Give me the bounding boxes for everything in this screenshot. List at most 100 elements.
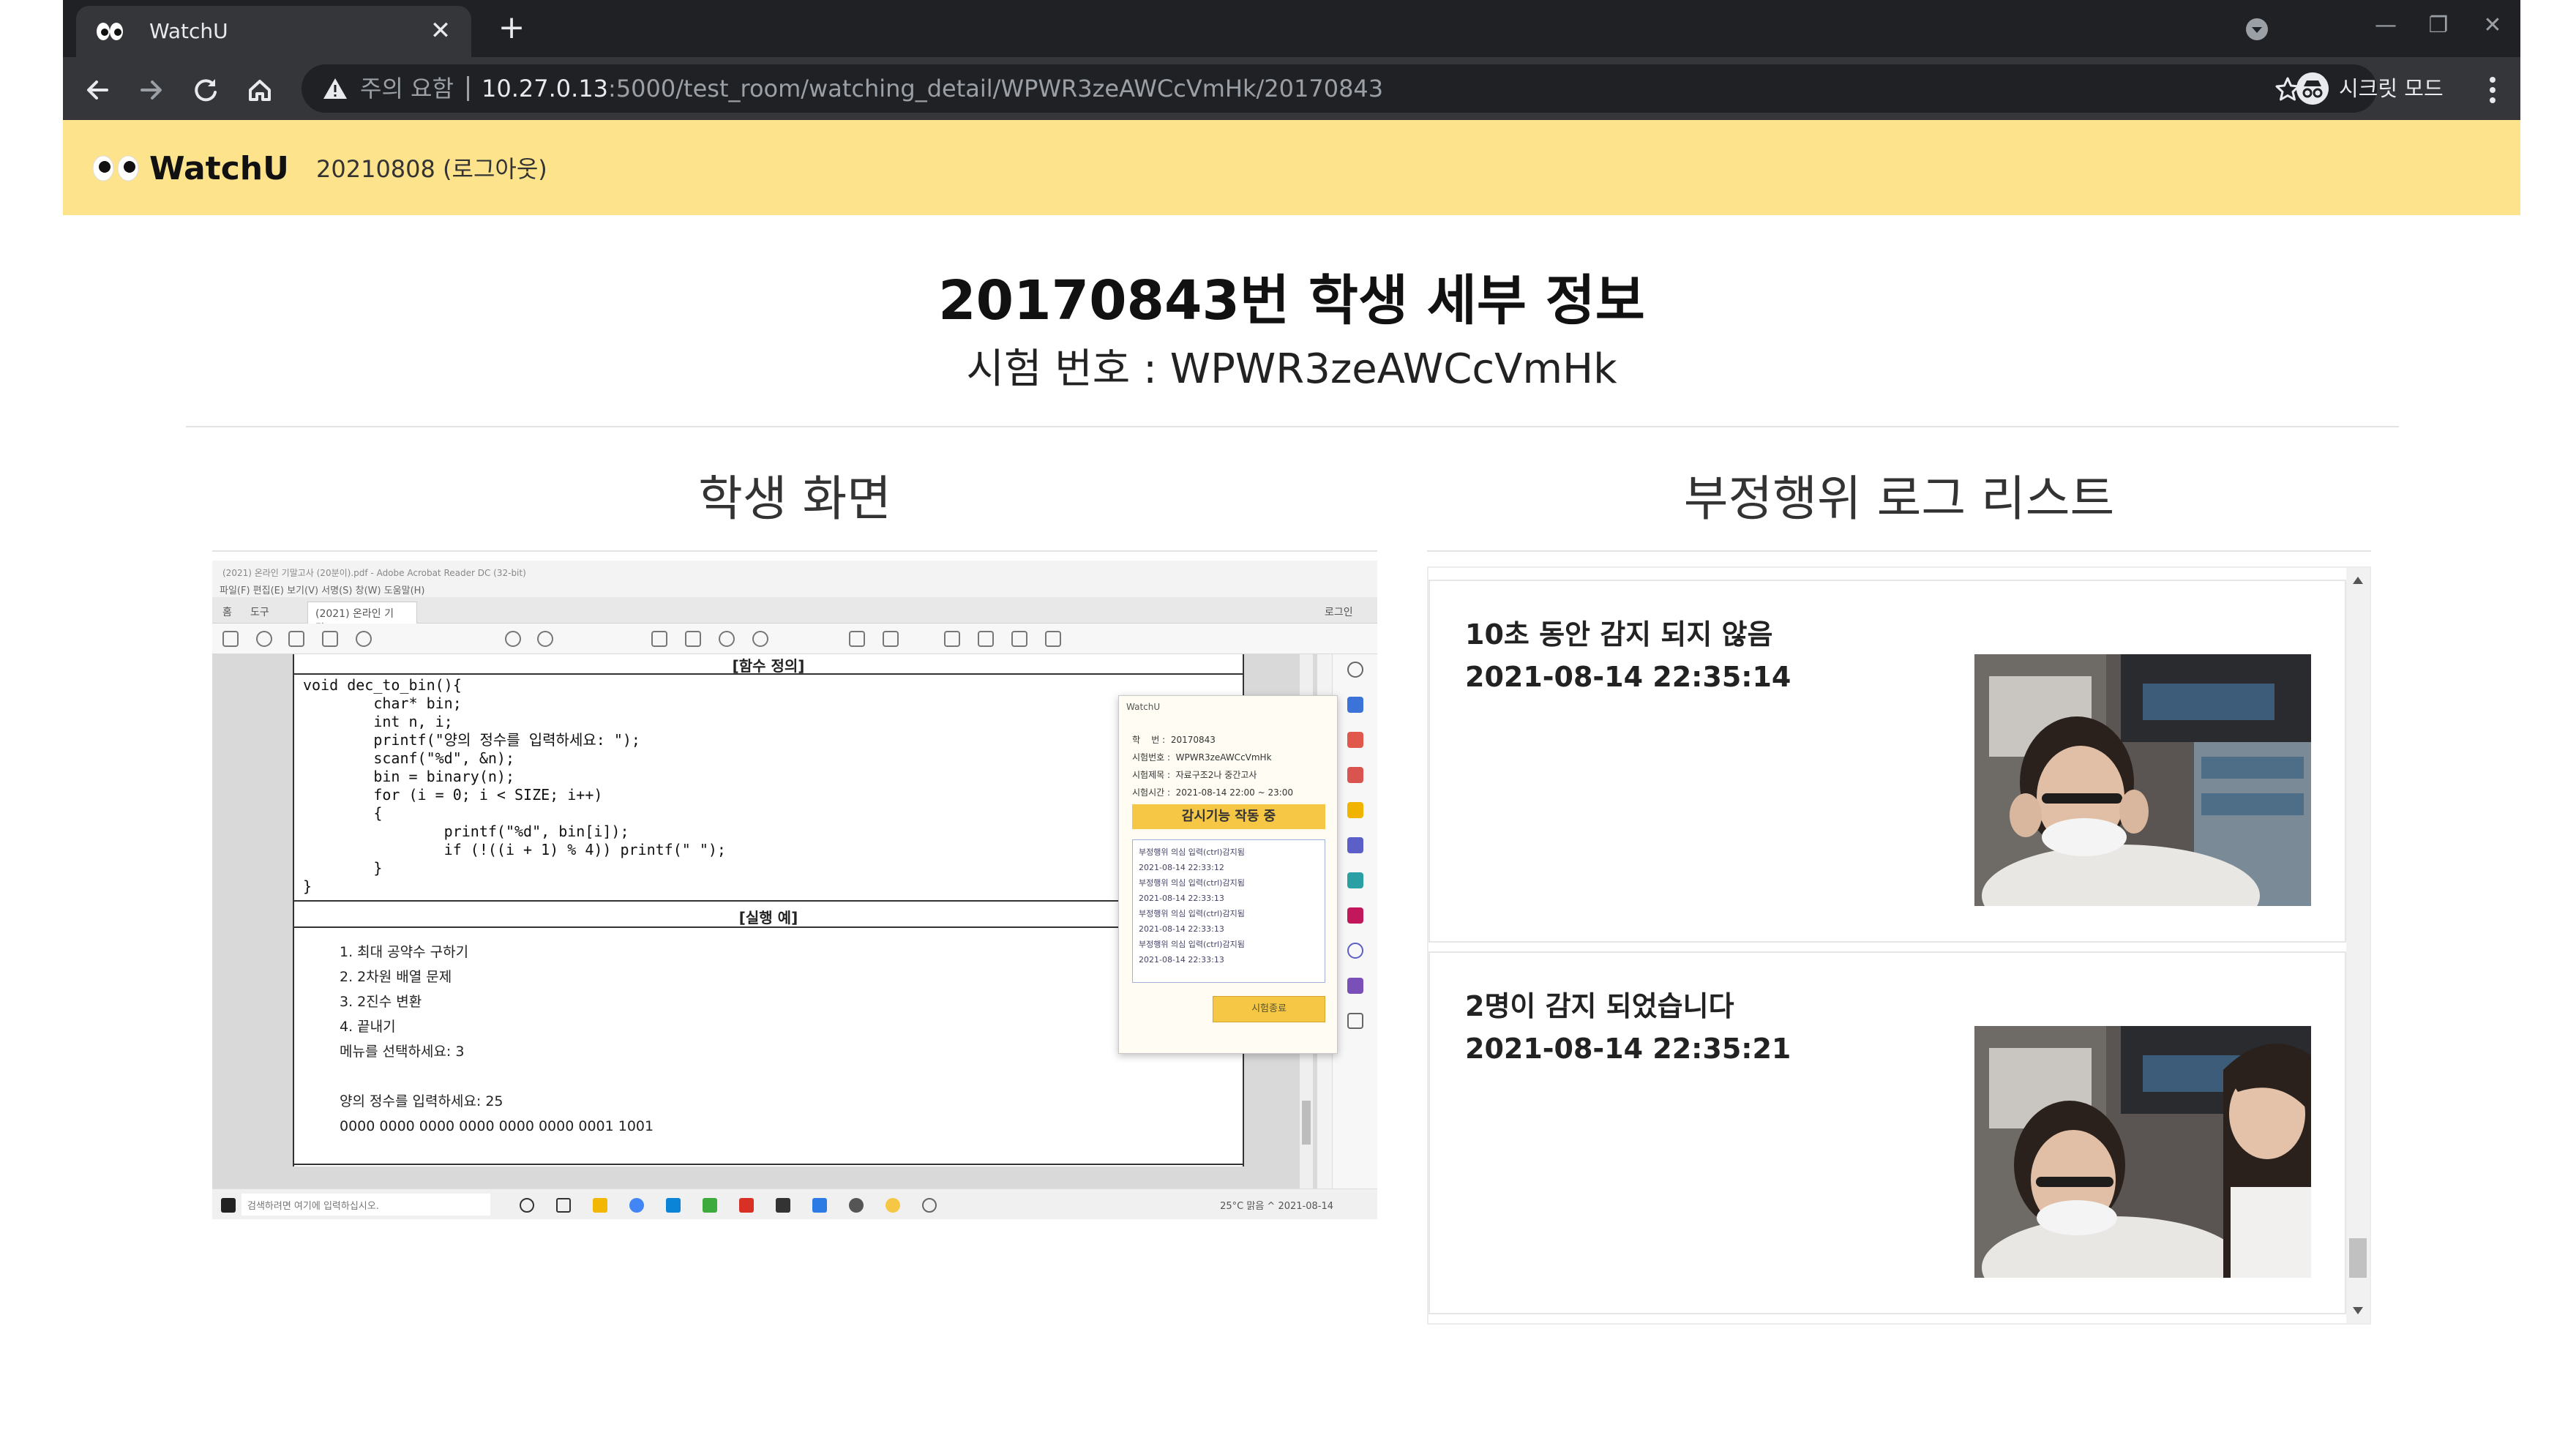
- log-item[interactable]: 10초 동안 감지 되지 않음 2021-08-14 22:35:14: [1429, 580, 2346, 943]
- page-down-icon: [537, 631, 553, 647]
- browser-title-bar: WatchU ✕ + — ❐ ✕: [63, 0, 2520, 57]
- forward-icon[interactable]: [132, 70, 171, 110]
- terminal-icon: [776, 1198, 790, 1213]
- captured-window-title: (2021) 온라인 기말고사 (20분이).pdf - Adobe Acrob…: [222, 568, 526, 578]
- scroll-up-icon[interactable]: [2353, 577, 2363, 584]
- divider: [1427, 550, 2371, 552]
- log-list[interactable]: 10초 동안 감지 되지 않음 2021-08-14 22:35:14 2명이 …: [1429, 568, 2346, 1323]
- incognito-label: 시크릿 모드: [2339, 76, 2444, 101]
- webcam-snapshot[interactable]: [1974, 654, 2311, 906]
- create-icon: [1347, 732, 1363, 748]
- minimize-button[interactable]: —: [2364, 7, 2408, 44]
- student-screen-capture: (2021) 온라인 기말고사 (20분이).pdf - Adobe Acrob…: [212, 561, 1377, 1219]
- security-warning-text[interactable]: 주의 요함: [360, 75, 454, 102]
- windows-start-icon: [221, 1198, 236, 1213]
- system-tray: 25°C 맑음 ^ 2021-08-14: [1220, 1201, 1333, 1212]
- browser-window: WatchU ✕ + — ❐ ✕ 주의 요함 10.27.0.13:5000/t…: [63, 0, 2520, 1449]
- watchu-tray-icon: [922, 1198, 937, 1213]
- explorer-icon: [593, 1198, 607, 1213]
- vscode-icon: [812, 1198, 827, 1213]
- captured-tools-pane: [1332, 654, 1377, 1188]
- run-example-header: [실행 예]: [738, 909, 798, 926]
- log-timestamp: 2021-08-14 22:35:14: [1465, 661, 1791, 693]
- taskbar-search-box: 검색하려면 여기에 입력하십시오.: [242, 1194, 490, 1216]
- log-list-scrollbar[interactable]: [2346, 568, 2370, 1323]
- log-list-title: 부정행위 로그 리스트: [1683, 471, 2115, 527]
- url-text[interactable]: 10.27.0.13:5000/test_room/watching_detai…: [482, 75, 1383, 102]
- run-example-output: 1. 최대 공약수 구하기 2. 2차원 배열 문제 3. 2진수 변환 4. …: [340, 944, 654, 1134]
- tab-title: WatchU: [149, 19, 228, 43]
- share-icon: [1045, 631, 1061, 647]
- popup-log-box: 부정행위 의심 입력(ctrl)감지됨 2021-08-14 22:33:12 …: [1132, 839, 1325, 983]
- captured-tab-document: (2021) 온라인 기말...: [307, 602, 417, 634]
- warning-icon[interactable]: [322, 76, 348, 101]
- popup-exam-info: 학 번 : 20170843 시험번호 : WPWR3zeAWCcVmHk 시험…: [1132, 735, 1294, 798]
- sign-icon: [1011, 631, 1027, 647]
- captured-document-page: [함수 정의] void dec_to_bin(){ char* bin; in…: [293, 654, 1244, 1167]
- log-list-panel: 10초 동안 감지 되지 않음 2021-08-14 22:35:14 2명이 …: [1427, 566, 2371, 1325]
- captured-menu-bar: 파일(F) 편집(E) 보기(V) 서명(S) 창(W) 도움말(H): [220, 585, 425, 596]
- comment-icon: [1347, 802, 1363, 818]
- student-screen-title: 학생 화면: [698, 471, 891, 527]
- log-item[interactable]: 2명이 감지 되었습니다 2021-08-14 22:35:21: [1429, 951, 2346, 1314]
- eyes-logo-icon[interactable]: [91, 154, 142, 183]
- function-definition-header: [함수 정의]: [732, 657, 805, 675]
- incognito-indicator[interactable]: 시크릿 모드: [2283, 66, 2455, 111]
- rule: [294, 1164, 1243, 1165]
- acrobat-icon: [739, 1198, 754, 1213]
- log-message: 10초 동안 감지 되지 않음: [1465, 618, 1773, 651]
- sign-icon: [1347, 978, 1363, 994]
- captured-tab-tools: 도구: [250, 607, 269, 618]
- close-window-button[interactable]: ✕: [2471, 7, 2515, 44]
- combine-icon: [1347, 837, 1363, 853]
- restore-button[interactable]: ❐: [2416, 7, 2460, 44]
- app-icon: [703, 1198, 717, 1213]
- search-icon: [1347, 662, 1363, 678]
- scroll-thumb[interactable]: [2349, 1238, 2367, 1278]
- log-message: 2명이 감지 되었습니다: [1465, 990, 1734, 1022]
- new-tab-button[interactable]: +: [495, 12, 528, 45]
- popup-title: WatchU: [1126, 702, 1161, 712]
- scroll-down-icon[interactable]: [2353, 1307, 2363, 1314]
- captured-taskbar: 검색하려면 여기에 입력하십시오. 25°C 맑음 ^ 2021-08-14: [212, 1188, 1377, 1219]
- fill-sign-icon: [1347, 907, 1363, 924]
- zoom-out-icon: [719, 631, 735, 647]
- hand-icon: [685, 631, 701, 647]
- star-icon: [256, 631, 272, 647]
- log-timestamp: 2021-08-14 22:35:21: [1465, 1033, 1791, 1065]
- export-icon: [1347, 697, 1363, 713]
- watchu-client-popup: WatchU 학 번 : 20170843 시험번호 : WPWR3zeAWCc…: [1118, 695, 1338, 1054]
- rule: [294, 926, 1243, 928]
- kakaotalk-icon: [886, 1198, 900, 1213]
- protect-icon: [1347, 943, 1363, 959]
- chrome-icon: [629, 1198, 644, 1213]
- fit-icon: [849, 631, 865, 647]
- exam-number: 시험 번호 : WPWR3zeAWCcVmHk: [966, 345, 1617, 393]
- menu-dots-icon[interactable]: [2478, 73, 2507, 107]
- print-icon: [288, 631, 304, 647]
- divider: [212, 550, 1377, 552]
- incognito-icon: [2296, 72, 2329, 105]
- tab-close-icon[interactable]: ✕: [426, 16, 455, 45]
- browser-tab[interactable]: WatchU ✕: [76, 6, 471, 57]
- webcam-snapshot[interactable]: [1974, 1026, 2311, 1278]
- edit-icon: [1347, 767, 1363, 783]
- url-path: :5000/test_room/watching_detail/WPWR3zeA…: [608, 75, 1384, 102]
- edge-icon: [666, 1198, 681, 1213]
- captured-scroll-thumb: [1302, 1101, 1311, 1145]
- home-icon[interactable]: [240, 70, 280, 110]
- more-tools-icon: [1347, 1013, 1363, 1029]
- captured-tab-strip: 홈 도구 (2021) 온라인 기말... 로그인: [212, 597, 1377, 634]
- end-exam-button: 시험종료: [1213, 996, 1325, 1022]
- logout-link[interactable]: 20210808 (로그아웃): [316, 154, 547, 184]
- cursor-icon: [651, 631, 667, 647]
- task-view-icon: [556, 1198, 571, 1213]
- app-logo-text[interactable]: WatchU: [149, 151, 289, 187]
- organize-icon: [1347, 872, 1363, 888]
- page-up-icon: [505, 631, 521, 647]
- tab-search-icon[interactable]: [2242, 15, 2272, 44]
- back-icon[interactable]: [78, 70, 117, 110]
- reload-icon[interactable]: [186, 70, 225, 110]
- address-bar[interactable]: 주의 요함 10.27.0.13:5000/test_room/watching…: [302, 64, 2377, 113]
- zoom-icon: [356, 631, 372, 647]
